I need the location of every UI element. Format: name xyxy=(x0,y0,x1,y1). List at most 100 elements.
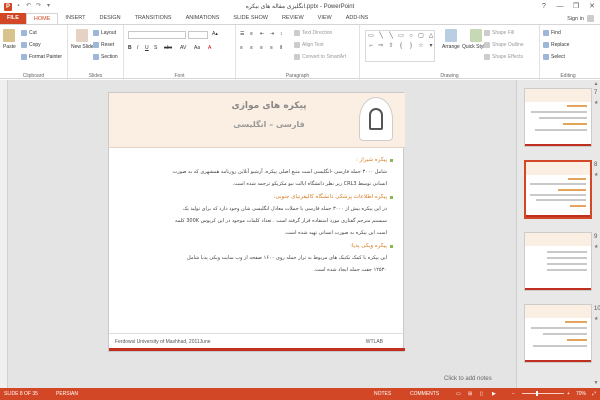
redo-icon[interactable]: ↷ xyxy=(35,3,42,10)
shape-bracket-icon[interactable]: { xyxy=(396,41,406,51)
increase-indent-icon[interactable]: ⇥ xyxy=(270,31,274,37)
tab-view[interactable]: VIEW xyxy=(311,13,339,24)
shadow-icon[interactable]: S xyxy=(154,45,157,51)
cut-button[interactable]: Cut xyxy=(21,30,37,36)
thumbnail-slide-10[interactable] xyxy=(524,304,592,363)
tab-design[interactable]: DESIGN xyxy=(93,13,128,24)
tab-file[interactable]: FILE xyxy=(0,13,26,24)
copy-button[interactable]: Copy xyxy=(21,42,41,48)
tab-animations[interactable]: ANIMATIONS xyxy=(179,13,227,24)
zoom-level[interactable]: 70% xyxy=(576,391,586,397)
char-spacing-icon[interactable]: AV xyxy=(180,45,186,51)
zoom-in-icon[interactable]: + xyxy=(567,391,570,397)
tab-home[interactable]: HOME xyxy=(25,13,59,24)
reading-view-icon[interactable]: ▯ xyxy=(480,391,483,397)
layout-button[interactable]: Layout xyxy=(93,30,116,36)
shape-rect-icon[interactable]: ▭ xyxy=(396,31,406,41)
thumbnail-slide-8[interactable] xyxy=(524,160,592,219)
language-indicator[interactable]: PERSIAN xyxy=(56,391,78,397)
arrange-icon xyxy=(444,29,457,42)
shape-more-icon[interactable]: ▾ xyxy=(426,41,436,51)
font-size-select[interactable] xyxy=(188,31,208,39)
shape-line2-icon[interactable]: ╲ xyxy=(386,31,396,41)
select-button[interactable]: Select xyxy=(543,54,565,60)
justify-icon[interactable]: ≡ xyxy=(270,45,273,51)
comments-toggle[interactable]: COMMENTS xyxy=(410,391,439,397)
zoom-slider[interactable] xyxy=(522,391,564,396)
find-button[interactable]: Find xyxy=(543,30,561,36)
save-icon[interactable]: ▪ xyxy=(15,3,22,10)
collapsed-left-pane[interactable] xyxy=(0,80,8,388)
italic-icon[interactable]: I xyxy=(137,45,138,51)
align-right-icon[interactable]: ≡ xyxy=(260,45,263,51)
notes-toggle[interactable]: NOTES xyxy=(374,391,391,397)
thumbnail-slide-7[interactable] xyxy=(524,88,592,147)
avatar[interactable] xyxy=(587,15,594,22)
convert-smartart-button[interactable]: Convert to SmartArt xyxy=(294,54,346,60)
tab-slide-show[interactable]: SLIDE SHOW xyxy=(226,13,275,24)
paste-button[interactable]: Paste xyxy=(3,29,16,50)
tab-review[interactable]: REVIEW xyxy=(275,13,311,24)
font-name-select[interactable] xyxy=(128,31,186,39)
tab-add-ins[interactable]: ADD-INS xyxy=(339,13,376,24)
align-text-button[interactable]: Align Text xyxy=(294,42,324,48)
bold-icon[interactable]: B xyxy=(128,45,132,51)
slide-canvas[interactable]: پیکره های موازی فارسی – انگلیسی پیکره شی… xyxy=(108,92,405,352)
tab-insert[interactable]: INSERT xyxy=(58,13,92,24)
scroll-up-icon[interactable]: ▲ xyxy=(592,81,600,87)
line-spacing-icon[interactable]: ↕ xyxy=(280,31,283,37)
bullets-icon[interactable]: ☰ xyxy=(240,31,244,37)
slide-subtitle[interactable]: فارسی – انگلیسی xyxy=(209,120,329,129)
strikethrough-icon[interactable]: abc xyxy=(164,45,172,51)
change-case-icon[interactable]: Aa xyxy=(194,45,200,51)
zoom-slider-handle[interactable] xyxy=(535,391,538,396)
notes-placeholder[interactable]: Click to add notes xyxy=(444,376,492,382)
reset-button[interactable]: Reset xyxy=(93,42,114,48)
scroll-down-icon[interactable]: ▼ xyxy=(592,380,600,386)
help-button[interactable]: ? xyxy=(536,0,552,13)
font-color-icon[interactable]: A xyxy=(208,45,211,51)
sign-in[interactable]: Sign in xyxy=(567,15,594,22)
shape-bracket2-icon[interactable]: } xyxy=(406,41,416,51)
shape-rounded-icon[interactable]: ▢ xyxy=(416,31,426,41)
tab-transitions[interactable]: TRANSITIONS xyxy=(128,13,179,24)
minimize-button[interactable]: — xyxy=(552,0,568,13)
slideshow-icon[interactable]: ▶ xyxy=(492,391,496,397)
customize-qat-icon[interactable]: ▾ xyxy=(45,3,52,10)
decrease-indent-icon[interactable]: ⇤ xyxy=(260,31,264,37)
fit-to-window-icon[interactable]: ⤢ xyxy=(592,391,596,397)
format-painter-button[interactable]: Format Painter xyxy=(21,54,62,60)
columns-icon[interactable]: ⫴ xyxy=(280,45,282,51)
shape-star-icon[interactable]: ☆ xyxy=(416,41,426,51)
section-button[interactable]: Section xyxy=(93,54,118,60)
slide-title[interactable]: پیکره های موازی xyxy=(209,101,329,111)
arrange-button[interactable]: Arrange xyxy=(442,29,460,50)
shape-triangle-icon[interactable]: △ xyxy=(426,31,436,41)
close-button[interactable]: ✕ xyxy=(584,0,600,13)
shape-oval-icon[interactable]: ○ xyxy=(406,31,416,41)
shape-uparrow-icon[interactable]: ⇧ xyxy=(386,41,396,51)
text-direction-button[interactable]: Text Direction xyxy=(294,30,332,36)
new-slide-button[interactable]: New Slide xyxy=(71,29,94,50)
replace-button[interactable]: Replace xyxy=(543,42,569,48)
slide-body[interactable]: پیکره شیراز : شامل ۳۰۰۰ جمله فارسی -انگل… xyxy=(123,153,393,276)
restore-button[interactable]: ❐ xyxy=(568,0,584,13)
align-center-icon[interactable]: ≡ xyxy=(250,45,253,51)
thumbnail-slide-9[interactable] xyxy=(524,232,592,291)
shape-effects-button[interactable]: Shape Effects xyxy=(484,54,523,60)
shape-arrow-icon[interactable]: ⇨ xyxy=(376,41,386,51)
grow-font-icon[interactable]: A▴ xyxy=(212,31,218,37)
undo-icon[interactable]: ↶ xyxy=(25,3,32,10)
underline-icon[interactable]: U xyxy=(145,45,149,51)
shape-line-icon[interactable]: ╲ xyxy=(376,31,386,41)
zoom-out-icon[interactable]: − xyxy=(512,391,515,397)
shape-textbox-icon[interactable]: ▭ xyxy=(366,31,376,41)
numbering-icon[interactable]: ≡ xyxy=(250,31,253,37)
slide-sorter-icon[interactable]: ⊞ xyxy=(468,391,472,397)
shape-corner-icon[interactable]: ⌐ xyxy=(366,41,376,51)
shape-fill-button[interactable]: Shape Fill xyxy=(484,30,514,36)
shapes-gallery[interactable]: ▭ ╲ ╲ ▭ ○ ▢ △ ⌐ ⇨ ⇧ { } ☆ ▾ xyxy=(365,30,435,62)
shape-outline-button[interactable]: Shape Outline xyxy=(484,42,524,48)
align-left-icon[interactable]: ≡ xyxy=(240,45,243,51)
normal-view-icon[interactable]: ▭ xyxy=(456,391,461,397)
